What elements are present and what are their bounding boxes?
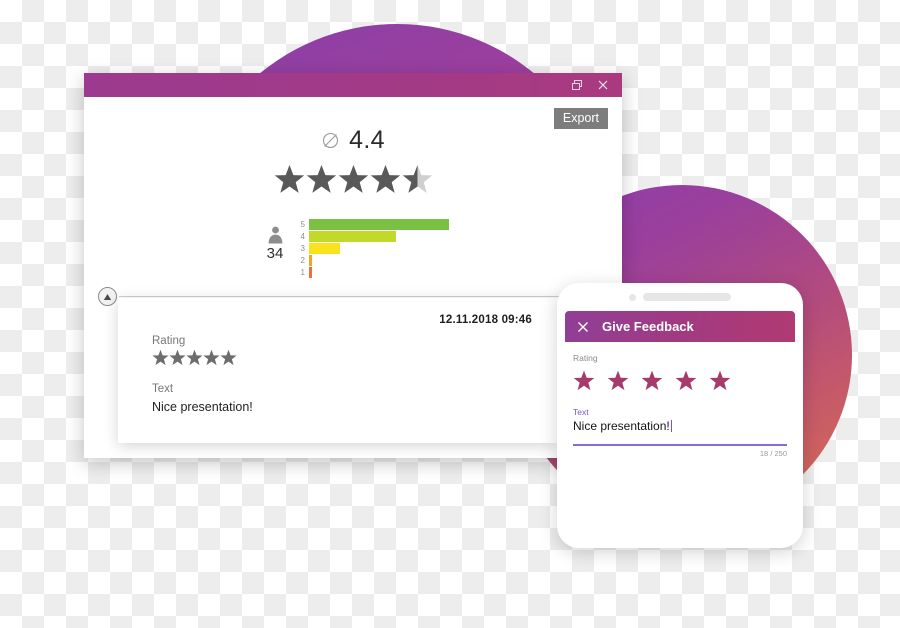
bar-track [309,255,449,266]
feedback-star-rating [152,349,532,366]
rating-label: Rating [152,335,186,347]
average-rating-value: 4.4 [349,126,385,154]
star-icon-full [220,349,237,366]
bar-fill [309,231,396,242]
bar-fill [309,267,313,278]
respondent-count: 34 [266,245,284,262]
bar-label: 2 [300,255,305,265]
star-icon-full[interactable] [573,370,595,391]
collapse-panel-button[interactable] [98,287,117,306]
bar-row: 5 [293,219,449,230]
camera-icon [629,293,636,301]
star-icon-half [402,164,432,193]
phone-text-label: Text [573,407,589,417]
star-icon-full [186,349,203,366]
average-star-rating [84,164,622,194]
diameter-average-icon [321,131,340,150]
average-rating-row: 4.4 [84,97,622,155]
respondent-count-block: 34 [257,219,293,261]
feedback-timestamp: 12.11.2018 09:46 [439,314,532,326]
star-icon-full[interactable] [607,370,629,391]
bar-label: 3 [300,243,305,253]
export-button[interactable]: Export [553,108,608,129]
star-icon-full [169,349,186,366]
feedback-text-value: Nice presentation! [152,400,253,414]
phone-text-input-value: Nice presentation! [573,419,670,433]
horizontal-divider [119,296,622,297]
distribution-bars: 5 4 3 2 1 [293,219,449,278]
phone-top-bezel [557,283,803,307]
star-icon-full [306,164,336,193]
bar-label: 1 [300,267,305,277]
star-icon-full[interactable] [675,370,697,391]
bar-row: 2 [293,255,449,266]
star-icon-full[interactable] [709,370,731,391]
phone-text-input[interactable]: Nice presentation! [573,419,787,433]
close-icon[interactable] [590,74,616,96]
phone-star-rating-input[interactable] [573,370,787,391]
star-icon-full [203,349,220,366]
input-underline [573,444,787,446]
mockup-stage: Export 4.4 34 5 4 3 2 1 12.11.2018 09:46… [0,0,900,628]
star-icon-full [274,164,304,193]
window-titlebar [84,73,622,97]
bar-label: 5 [300,219,305,229]
phone-text-field-block[interactable]: Text Nice presentation! 18 / 250 [573,407,787,458]
bar-row: 1 [293,267,449,278]
star-icon-full [370,164,400,193]
bar-row: 3 [293,243,449,254]
bar-row: 4 [293,231,449,242]
bar-fill [309,219,449,230]
speaker-grill-icon [643,293,731,301]
close-icon[interactable] [577,321,589,333]
bar-label: 4 [300,231,305,241]
star-icon-full [338,164,368,193]
feedback-entry-card[interactable]: 12.11.2018 09:46 Rating Text Nice presen… [118,298,558,443]
star-icon-full [152,349,169,366]
bar-track [309,231,449,242]
phone-rating-label: Rating [573,353,598,363]
bar-track [309,243,449,254]
star-icon-full[interactable] [641,370,663,391]
character-counter: 18 / 250 [759,448,787,458]
rating-distribution-chart: 34 5 4 3 2 1 [84,219,622,278]
phone-form-body: Rating Text Nice presentation! 18 / 250 [557,342,803,458]
phone-app-header: Give Feedback [565,311,795,342]
bar-fill [309,243,340,254]
person-icon [267,226,284,244]
bar-fill [309,255,313,266]
mobile-phone-frame: Give Feedback Rating Text Nice presentat… [557,283,803,548]
text-label: Text [152,383,174,395]
restore-window-icon[interactable] [564,74,590,96]
bar-track [309,267,449,278]
bar-track [309,219,449,230]
text-caret [670,420,673,432]
phone-header-title: Give Feedback [602,319,694,334]
triangle-up-icon [103,293,112,300]
